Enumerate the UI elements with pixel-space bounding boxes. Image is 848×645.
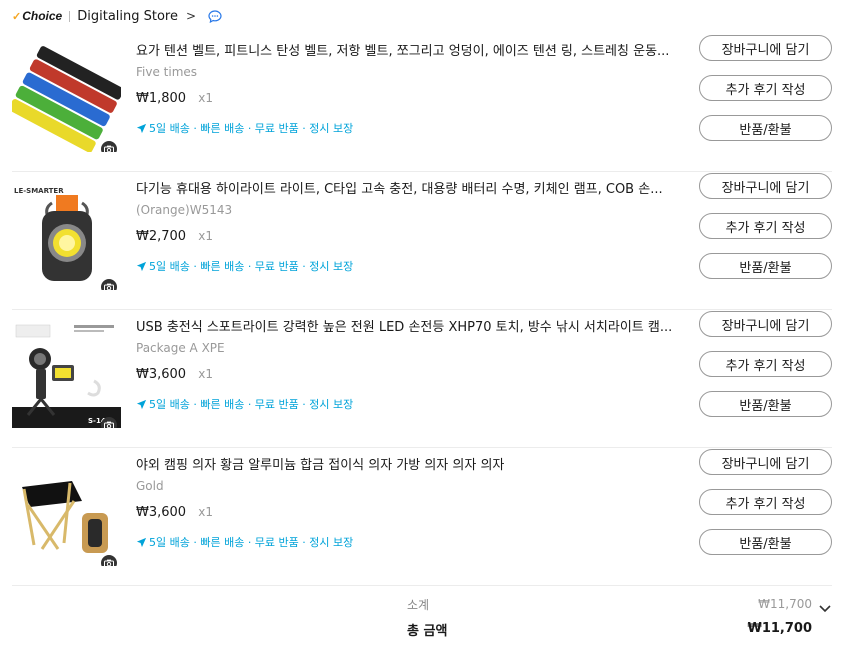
camera-icon[interactable] [101, 417, 117, 428]
write-review-button[interactable]: 추가 후기 작성 [699, 489, 832, 515]
shipping-text: 5일 배송 · 빠른 배송 · 무료 반품 · 정시 보장 [149, 122, 354, 135]
store-header: ✓ Choice Digitaling Store > [12, 6, 222, 26]
total-label: 총 금액 [407, 624, 448, 639]
plane-icon [136, 123, 147, 133]
thumbnail-brand-text: LE-SMARTER [14, 187, 64, 195]
write-review-button[interactable]: 추가 후기 작성 [699, 75, 832, 101]
shipping-info: 5일 배송 · 빠른 배송 · 무료 반품 · 정시 보장 [136, 396, 353, 412]
product-variant: Gold [136, 479, 164, 493]
shipping-text: 5일 배송 · 빠른 배송 · 무료 반품 · 정시 보장 [149, 260, 354, 273]
plane-icon [136, 399, 147, 409]
price-row: ₩1,800 x1 [136, 91, 213, 106]
add-to-cart-button[interactable]: 장바구니에 담기 [699, 173, 832, 199]
chat-bubble-icon[interactable] [208, 9, 222, 23]
order-item: S-14 USB 충전식 스포트라이트 강력한 높은 전원 LED 손전등 XH… [12, 310, 832, 448]
camera-icon[interactable] [101, 279, 117, 290]
product-variant: Five times [136, 65, 198, 79]
plane-icon [136, 537, 147, 547]
product-quantity: x1 [198, 91, 213, 105]
return-refund-button[interactable]: 반품/환불 [699, 115, 832, 141]
subtotal-value: ₩11,700 [758, 597, 812, 611]
camera-icon[interactable] [101, 141, 117, 152]
write-review-button[interactable]: 추가 후기 작성 [699, 213, 832, 239]
choice-label: Choice [22, 9, 63, 23]
item-divider [12, 585, 832, 586]
product-thumbnail[interactable] [12, 43, 121, 152]
product-thumbnail[interactable]: LE-SMARTER [12, 181, 121, 290]
product-title-link[interactable]: 요가 텐션 벨트, 피트니스 탄성 벨트, 저항 벨트, 쪼그리고 엉덩이, 에… [136, 40, 682, 59]
chevron-right-icon[interactable]: > [186, 9, 196, 23]
add-to-cart-button[interactable]: 장바구니에 담기 [699, 311, 832, 337]
total-value: ₩11,700 [747, 621, 812, 636]
choice-badge: ✓ Choice [12, 9, 62, 23]
add-to-cart-button[interactable]: 장바구니에 담기 [699, 449, 832, 475]
shipping-text: 5일 배송 · 빠른 배송 · 무료 반품 · 정시 보장 [149, 536, 354, 549]
price-row: ₩3,600 x1 [136, 367, 213, 382]
product-price: ₩1,800 [136, 91, 187, 106]
product-quantity: x1 [198, 229, 213, 243]
product-thumbnail[interactable] [12, 457, 121, 566]
order-item: 요가 텐션 벨트, 피트니스 탄성 벨트, 저항 벨트, 쪼그리고 엉덩이, 에… [12, 34, 832, 172]
product-quantity: x1 [198, 367, 213, 381]
divider [69, 10, 71, 22]
add-to-cart-button[interactable]: 장바구니에 담기 [699, 35, 832, 61]
return-refund-button[interactable]: 반품/환불 [699, 529, 832, 555]
subtotal-label: 소계 [407, 598, 430, 612]
product-price: ₩3,600 [136, 505, 187, 520]
price-row: ₩2,700 x1 [136, 229, 213, 244]
return-refund-button[interactable]: 반품/환불 [699, 253, 832, 279]
shipping-info: 5일 배송 · 빠른 배송 · 무료 반품 · 정시 보장 [136, 534, 353, 550]
store-name-link[interactable]: Digitaling Store [77, 9, 178, 24]
product-title-link[interactable]: 다기능 휴대용 하이라이트 라이트, C타입 고속 충전, 대용량 배터리 수명… [136, 178, 682, 197]
plane-icon [136, 261, 147, 271]
return-refund-button[interactable]: 반품/환불 [699, 391, 832, 417]
camera-icon[interactable] [101, 555, 117, 566]
product-price: ₩3,600 [136, 367, 187, 382]
shipping-text: 5일 배송 · 빠른 배송 · 무료 반품 · 정시 보장 [149, 398, 354, 411]
price-row: ₩3,600 x1 [136, 505, 213, 520]
order-item: 야외 캠핑 의자 황금 알루미늄 합금 접이식 의자 가방 의자 의자 의자 G… [12, 448, 832, 586]
product-title-link[interactable]: 야외 캠핑 의자 황금 알루미늄 합금 접이식 의자 가방 의자 의자 의자 [136, 454, 682, 473]
product-title-link[interactable]: USB 충전식 스포트라이트 강력한 높은 전원 LED 손전등 XHP70 토… [136, 316, 682, 335]
product-price: ₩2,700 [136, 229, 187, 244]
write-review-button[interactable]: 추가 후기 작성 [699, 351, 832, 377]
choice-check-icon: ✓ [12, 10, 22, 23]
product-thumbnail[interactable]: S-14 [12, 319, 121, 428]
shipping-info: 5일 배송 · 빠른 배송 · 무료 반품 · 정시 보장 [136, 258, 353, 274]
product-variant: (Orange)W5143 [136, 203, 233, 217]
product-quantity: x1 [198, 505, 213, 519]
product-variant: Package A XPE [136, 341, 225, 355]
shipping-info: 5일 배송 · 빠른 배송 · 무료 반품 · 정시 보장 [136, 120, 353, 136]
order-item: LE-SMARTER 다기능 휴대용 하이라이트 라이트, C타입 고속 충전,… [12, 172, 832, 310]
chevron-down-icon[interactable] [818, 599, 832, 618]
